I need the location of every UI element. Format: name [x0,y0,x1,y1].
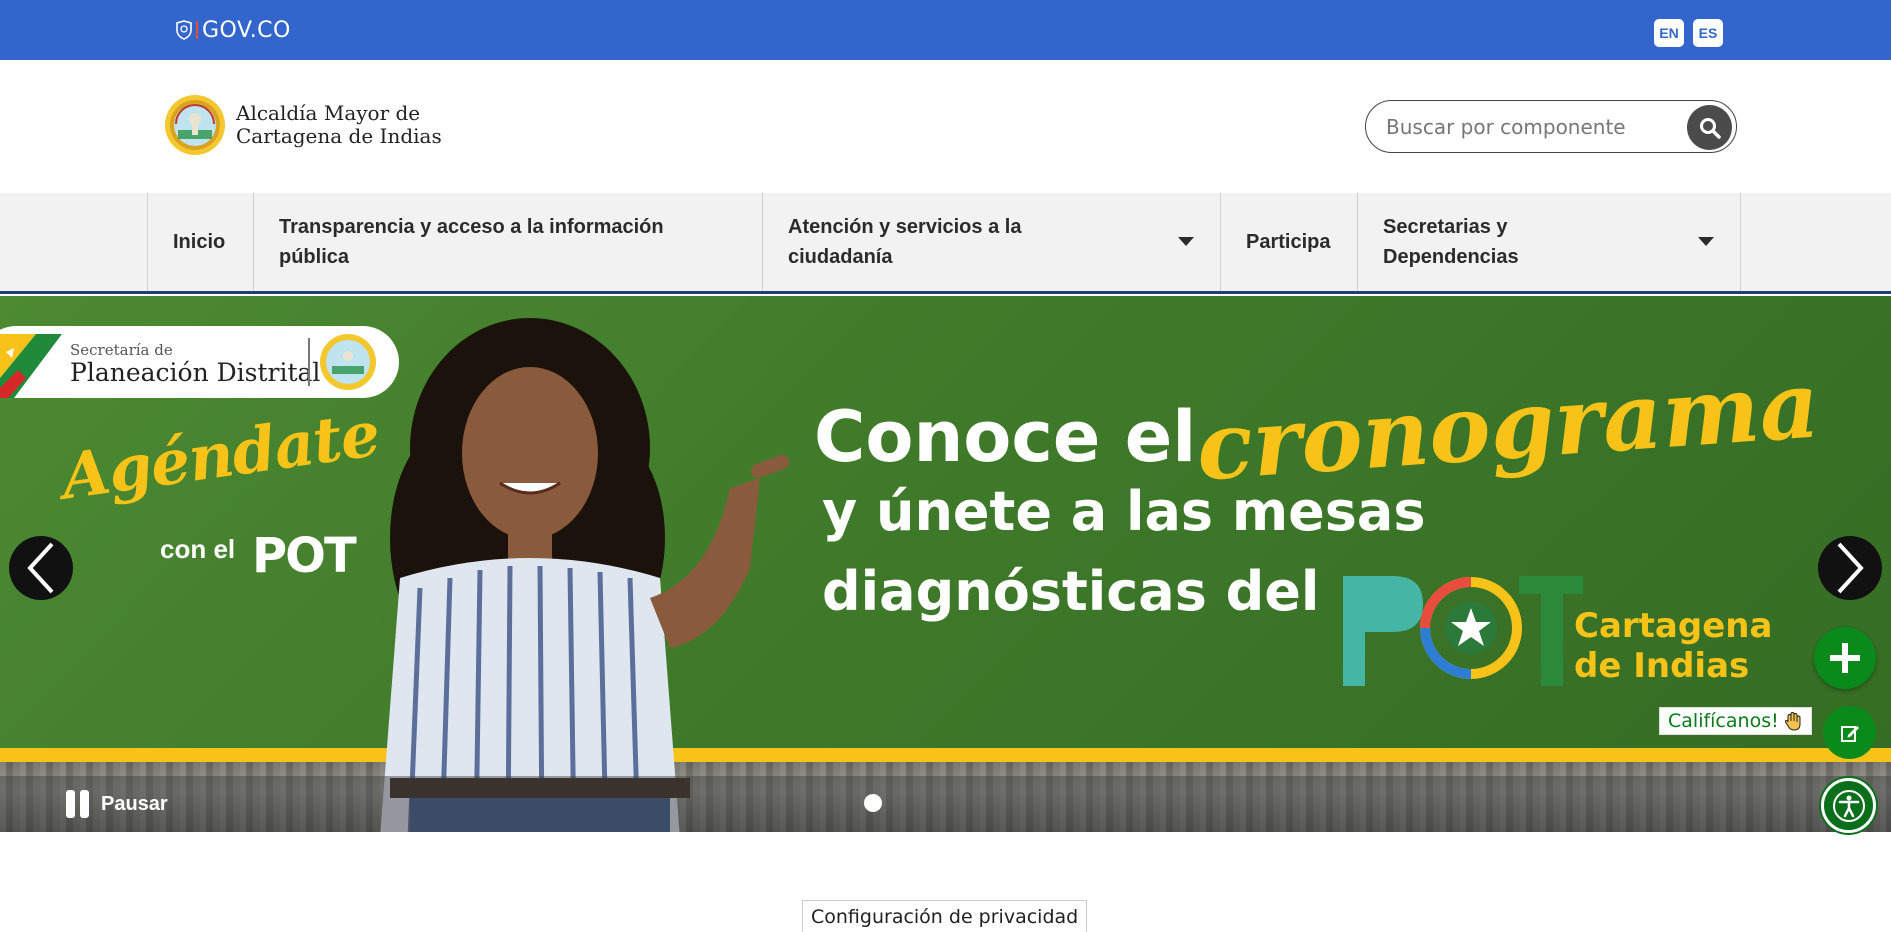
banner-yellow-stripe [0,748,1891,762]
plus-icon [1830,643,1860,673]
carousel-prev-button[interactable] [9,536,73,600]
hero-carousel: Secretaría de Planeación Distrital Agénd… [0,296,1891,832]
alcaldia-logo-link[interactable]: Alcaldía Mayor de Cartagena de Indias [164,94,442,156]
site-header: Alcaldía Mayor de Cartagena de Indias [0,60,1891,193]
cartagena-line-1: Cartagena [1574,606,1773,646]
chevron-down-icon [1178,237,1194,246]
pot-logo [1343,576,1583,686]
nav-item-inicio[interactable]: Inicio [147,193,254,291]
nav-item-label: Inicio [173,231,226,253]
pause-label: Pausar [101,792,168,815]
colors-flag-graphic [0,334,62,398]
edit-icon [1840,725,1859,742]
govco-bar: GOV.CO EN ES [0,0,1891,60]
headline-line-1: Conoce el [814,396,1197,478]
nav-item-label: Atención y servicios a la ciudadanía [788,216,1022,268]
nav-item-participa[interactable]: Participa [1221,193,1358,291]
chevron-left-icon [27,542,54,594]
search-box [1365,100,1737,153]
alcaldia-seal-icon [165,95,225,155]
chevron-down-icon [1698,237,1714,246]
brand-line-2: Cartagena de Indias [236,124,442,148]
search-input[interactable] [1386,113,1666,141]
privacy-settings-button[interactable]: Configuración de privacidad [802,900,1088,932]
alcaldia-name: Alcaldía Mayor de Cartagena de Indias [236,102,442,148]
con-el-text: con el [160,534,236,564]
nav-item-label: Secretarias y Dependencias [1383,216,1519,268]
nav-item-transparencia[interactable]: Transparencia y acceso a la información … [254,193,763,291]
govco-separator [196,21,198,39]
carousel-next-button[interactable] [1818,536,1882,600]
badge-title: Planeación Distrital [70,358,321,387]
search-icon [1699,117,1721,139]
carousel-controls: Pausar [0,776,1891,832]
nav-item-label: Participa [1246,231,1331,253]
nav-item-secretarias[interactable]: Secretarias y Dependencias [1358,193,1741,291]
carousel-pause-button[interactable]: Pausar [66,790,168,818]
pause-icon [66,790,89,818]
language-en-button[interactable]: EN [1654,19,1684,47]
main-nav: Inicio Transparencia y acceso a la infor… [0,193,1891,294]
cartagena-text: Cartagena de Indias [1574,606,1772,686]
cartagena-line-2: de Indias [1574,646,1750,686]
plus-fab-button[interactable] [1814,627,1876,689]
search-button[interactable] [1687,105,1732,150]
govco-shield-icon [176,20,192,40]
brand-line-1: Alcaldía Mayor de [236,101,421,125]
chevron-right-icon [1837,542,1864,594]
headline-line-3: diagnósticas del [822,560,1320,623]
nav-item-atencion[interactable]: Atención y servicios a la ciudadanía [763,193,1221,291]
accessibility-button[interactable] [1821,778,1876,833]
govco-text: GOV.CO [202,17,291,43]
nav-item-label: Transparencia y acceso a la información … [279,216,664,268]
carousel-indicator-1[interactable] [864,794,882,812]
headline-line-2: y únete a las mesas [822,480,1426,543]
accessibility-icon [1832,789,1865,822]
rate-us-label[interactable]: Califícanos! [1659,707,1812,735]
rate-us-text: Califícanos! [1668,710,1779,732]
govco-logo[interactable]: GOV.CO [176,16,291,44]
language-es-button[interactable]: ES [1693,19,1723,47]
rate-fab-button[interactable] [1823,706,1876,759]
hand-icon [1784,711,1801,731]
badge-subtitle: Secretaría de [70,341,173,359]
woman-pointing-image [380,318,790,832]
